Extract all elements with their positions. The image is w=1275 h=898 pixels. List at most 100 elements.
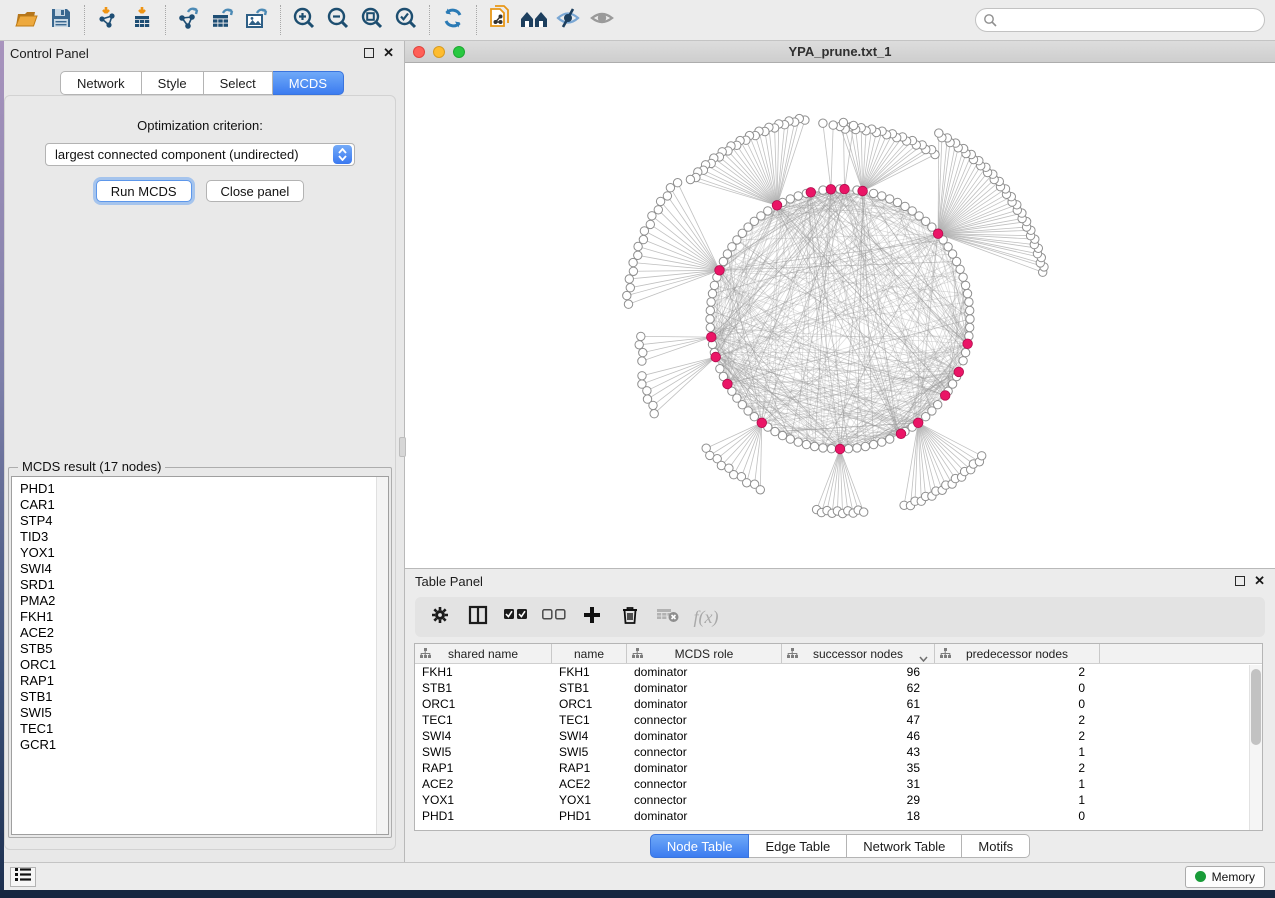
column-header-predecessor-nodes[interactable]: predecessor nodes [935,644,1100,663]
mcds-result-item[interactable]: STB5 [20,641,388,657]
criterion-dropdown[interactable]: largest connected component (undirected) [45,143,355,166]
task-history-button[interactable] [10,867,36,887]
mcds-result-item[interactable]: PHD1 [20,481,388,497]
table-cell[interactable]: 43 [782,744,935,760]
tab-edge-table[interactable]: Edge Table [749,834,847,858]
mcds-result-item[interactable]: CAR1 [20,497,388,513]
table-cell[interactable]: connector [627,712,782,728]
table-row[interactable]: PHD1PHD1dominator180 [415,808,1262,824]
table-cell[interactable]: FKH1 [415,664,552,680]
save-session-button[interactable] [44,4,78,36]
table-cell[interactable]: PHD1 [552,808,627,824]
table-cell[interactable]: dominator [627,728,782,744]
table-row[interactable]: TEC1TEC1connector472 [415,712,1262,728]
close-panel-icon[interactable]: ✕ [383,48,394,58]
table-row[interactable]: ACE2ACE2connector311 [415,776,1262,792]
table-row[interactable]: YOX1YOX1connector291 [415,792,1262,808]
table-cell[interactable]: 2 [935,712,1100,728]
column-header-MCDS-role[interactable]: MCDS role [627,644,782,663]
tab-style[interactable]: Style [142,71,204,95]
table-cell[interactable]: 96 [782,664,935,680]
show-columns-button[interactable] [461,601,495,633]
delete-table-button[interactable] [651,601,685,633]
table-cell[interactable]: STB1 [415,680,552,696]
mcds-result-item[interactable]: ORC1 [20,657,388,673]
zoom-fit-button[interactable] [355,4,389,36]
table-cell[interactable]: 62 [782,680,935,696]
table-cell[interactable]: SWI4 [415,728,552,744]
deselect-all-button[interactable] [537,601,571,633]
table-cell[interactable]: 0 [935,680,1100,696]
table-scrollbar-thumb[interactable] [1251,669,1261,745]
new-network-from-selection-button[interactable] [483,4,517,36]
table-cell[interactable]: RAP1 [552,760,627,776]
export-table-button[interactable] [206,4,240,36]
open-file-button[interactable] [10,4,44,36]
table-cell[interactable]: connector [627,744,782,760]
mcds-result-item[interactable]: ACE2 [20,625,388,641]
table-cell[interactable]: 31 [782,776,935,792]
close-panel-button[interactable]: Close panel [206,180,305,202]
table-cell[interactable]: 0 [935,696,1100,712]
table-cell[interactable]: 35 [782,760,935,776]
import-table-button[interactable] [125,4,159,36]
memory-button[interactable]: Memory [1185,866,1265,888]
tab-select[interactable]: Select [204,71,273,95]
table-cell[interactable]: ACE2 [415,776,552,792]
table-cell[interactable]: 29 [782,792,935,808]
table-cell[interactable]: YOX1 [552,792,627,808]
table-cell[interactable]: TEC1 [415,712,552,728]
table-row[interactable]: RAP1RAP1dominator352 [415,760,1262,776]
table-cell[interactable]: 1 [935,776,1100,792]
table-scrollbar[interactable] [1249,665,1262,830]
table-cell[interactable]: 61 [782,696,935,712]
table-cell[interactable]: dominator [627,680,782,696]
table-row[interactable]: FKH1FKH1dominator962 [415,664,1262,680]
mcds-result-item[interactable]: FKH1 [20,609,388,625]
table-row[interactable]: STB1STB1dominator620 [415,680,1262,696]
table-cell[interactable]: 0 [935,808,1100,824]
tab-motifs[interactable]: Motifs [962,834,1030,858]
table-cell[interactable]: SWI5 [552,744,627,760]
mcds-result-list[interactable]: PHD1CAR1STP4TID3YOX1SWI4SRD1PMA2FKH1ACE2… [11,476,389,835]
table-cell[interactable]: 2 [935,760,1100,776]
network-window-titlebar[interactable]: YPA_prune.txt_1 [405,41,1275,63]
table-cell[interactable]: RAP1 [415,760,552,776]
mcds-list-scrollbar[interactable] [376,477,388,834]
table-cell[interactable]: FKH1 [552,664,627,680]
table-cell[interactable]: STB1 [552,680,627,696]
float-panel-icon[interactable] [364,48,374,58]
table-cell[interactable]: dominator [627,696,782,712]
table-cell[interactable]: 46 [782,728,935,744]
mcds-result-item[interactable]: SWI4 [20,561,388,577]
close-panel-icon[interactable]: ✕ [1254,576,1265,586]
select-all-button[interactable] [499,601,533,633]
import-network-button[interactable] [91,4,125,36]
mcds-result-item[interactable]: TEC1 [20,721,388,737]
table-cell[interactable]: dominator [627,664,782,680]
network-view[interactable] [405,63,1275,568]
mcds-result-item[interactable]: SRD1 [20,577,388,593]
first-neighbors-button[interactable] [517,4,551,36]
table-row[interactable]: SWI4SWI4dominator462 [415,728,1262,744]
table-cell[interactable]: ACE2 [552,776,627,792]
mcds-result-item[interactable]: YOX1 [20,545,388,561]
network-graph[interactable] [405,63,1271,563]
table-cell[interactable]: 1 [935,744,1100,760]
mcds-result-item[interactable]: GCR1 [20,737,388,753]
tab-network[interactable]: Network [60,71,142,95]
table-cell[interactable]: connector [627,776,782,792]
table-cell[interactable]: dominator [627,808,782,824]
zoom-out-button[interactable] [321,4,355,36]
table-cell[interactable]: TEC1 [552,712,627,728]
mcds-result-item[interactable]: RAP1 [20,673,388,689]
table-cell[interactable]: 47 [782,712,935,728]
tab-mcds[interactable]: MCDS [273,71,344,95]
refresh-button[interactable] [436,4,470,36]
zoom-in-button[interactable] [287,4,321,36]
table-cell[interactable]: ORC1 [552,696,627,712]
column-header-name[interactable]: name [552,644,627,663]
table-row[interactable]: ORC1ORC1dominator610 [415,696,1262,712]
tab-network-table[interactable]: Network Table [847,834,962,858]
column-header-successor-nodes[interactable]: successor nodes [782,644,935,663]
